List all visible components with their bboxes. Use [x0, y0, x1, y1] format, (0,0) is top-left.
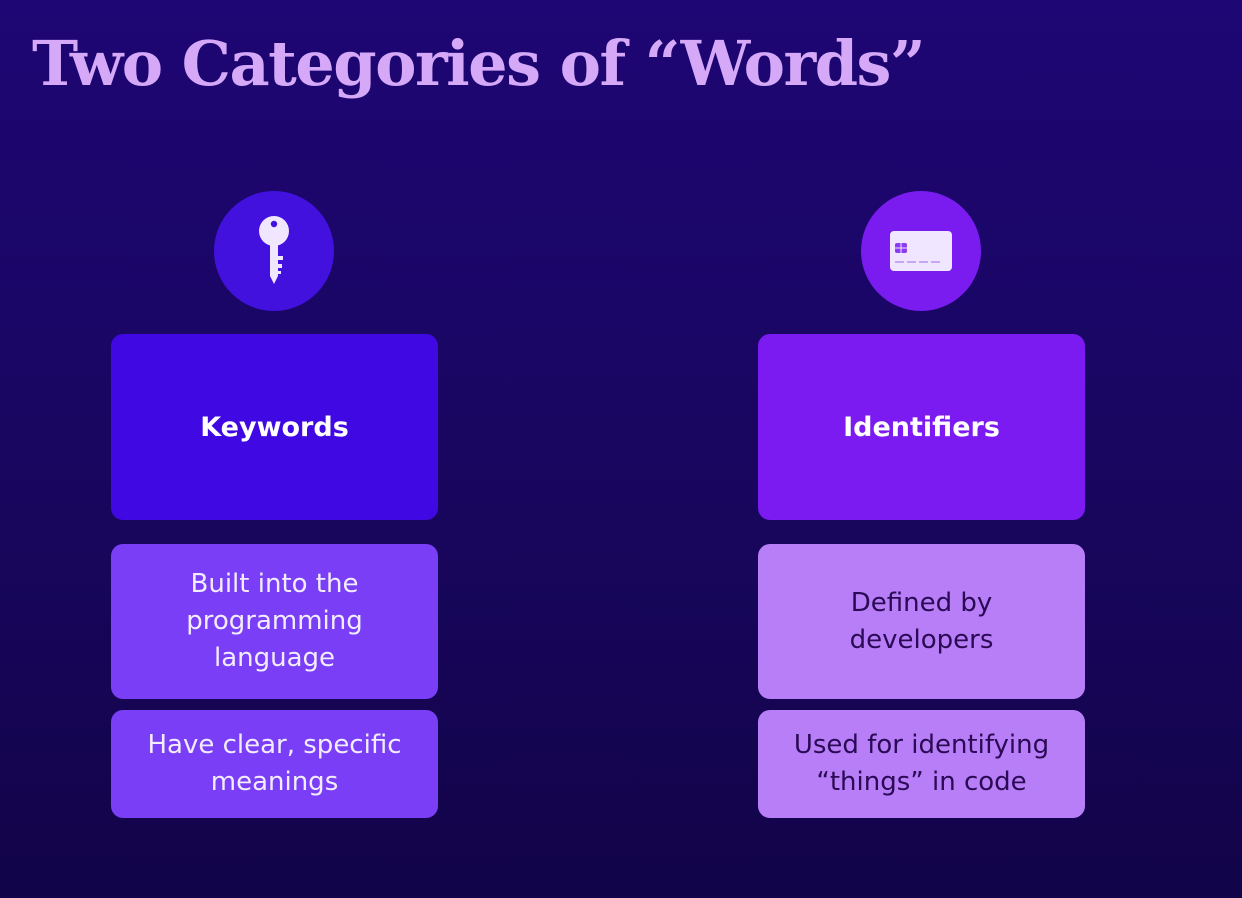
identifiers-heading: Identifiers [843, 411, 1000, 443]
slide-title: Two Categories of “Words” [32, 27, 926, 100]
identifiers-point-2: Used for identifying “things” in code [758, 710, 1085, 818]
keywords-point-1: Built into the programming language [111, 544, 438, 699]
keywords-point-2: Have clear, specific meanings [111, 710, 438, 818]
keywords-point-2-text: Have clear, specific meanings [147, 730, 402, 797]
key-icon [259, 216, 289, 284]
keywords-heading: Keywords [200, 411, 349, 443]
identifiers-point-1: Defined by developers [758, 544, 1085, 699]
keywords-heading-box: Keywords [111, 334, 438, 520]
identifiers-heading-box: Identifiers [758, 334, 1085, 520]
identifiers-point-2-text: Used for identifying “things” in code [793, 730, 1050, 797]
identifiers-point-1-text: Defined by developers [849, 587, 994, 655]
id-card-icon [890, 231, 952, 271]
keyword-icon-circle [214, 191, 334, 311]
keywords-point-1-text: Built into the programming language [186, 569, 363, 673]
identifier-icon-circle [861, 191, 981, 311]
